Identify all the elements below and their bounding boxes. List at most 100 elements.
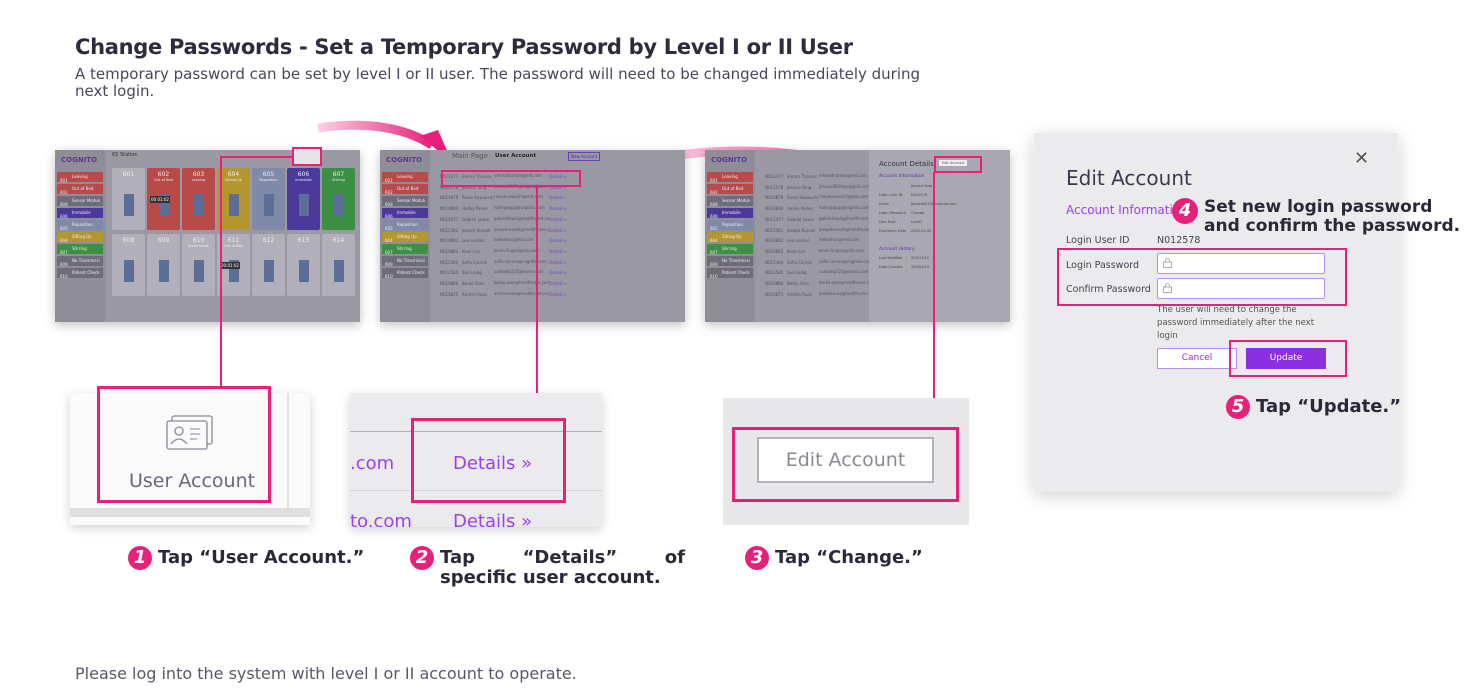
room-number: 607 bbox=[332, 171, 345, 178]
sidebar-item[interactable]: 602Out of Bed bbox=[707, 184, 753, 195]
sidebar-item[interactable]: 610 Patient Check-in bbox=[57, 268, 103, 279]
sidebar-item[interactable]: 601Leaving bbox=[707, 172, 753, 183]
room-status: Stirring bbox=[332, 178, 345, 182]
sidebar-item[interactable]: 601Leaving bbox=[57, 172, 103, 183]
sidebar-item[interactable]: 610 Patient Check-in bbox=[382, 268, 428, 279]
field-label: Login User ID bbox=[879, 193, 903, 197]
details-link[interactable]: Details » bbox=[453, 511, 532, 527]
table-row[interactable]: N012477 Gabriel Lewis gabriellewis@healthc… bbox=[440, 216, 567, 222]
close-icon[interactable]: ✕ bbox=[1354, 150, 1369, 168]
cancel-button[interactable]: Cancel bbox=[1157, 348, 1237, 369]
table-row[interactable]: N012477 Gabriel Lewis gabriellewis@healthc… bbox=[765, 216, 874, 222]
room-card[interactable]: 602 Out of Bed 00:01:02 bbox=[147, 168, 180, 230]
sidebar-item[interactable]: 605Reposition bbox=[57, 220, 103, 231]
sidebar-item-label: Sensor Module Disconnected bbox=[722, 198, 750, 203]
details-link[interactable]: Details » bbox=[549, 270, 567, 275]
sidebar-item[interactable]: 609No Transmission bbox=[382, 256, 428, 267]
sidebar-item-label: Stirring bbox=[72, 246, 87, 251]
sidebar-item[interactable]: 604Sitting Up bbox=[707, 232, 753, 243]
sidebar-item[interactable]: 604Sitting Up bbox=[57, 232, 103, 243]
sidebar-item[interactable]: 607Stirring bbox=[382, 244, 428, 255]
room-card[interactable]: 609 bbox=[147, 234, 180, 296]
room-card[interactable]: 603 Leaving bbox=[182, 168, 215, 230]
table-row[interactable]: N010882 Lee Lenhoc leelenhoc@md.com bbox=[765, 237, 874, 243]
new-account-button[interactable]: New Account bbox=[568, 152, 601, 161]
user-email: sofia.carson@cognito.com bbox=[494, 258, 547, 264]
room-number: 603 bbox=[192, 171, 205, 178]
sidebar-item[interactable]: 608Sensor Module Disconnected bbox=[382, 196, 428, 207]
detail-field: Emailjessica0019@cognito.com bbox=[879, 202, 999, 206]
user-name: Andrés Ruos bbox=[462, 291, 487, 297]
details-link[interactable]: Details » bbox=[549, 249, 567, 254]
user-name: Sofia Carson bbox=[787, 259, 813, 265]
room-card[interactable]: 608 bbox=[112, 234, 145, 296]
user-name: Kevin Lin bbox=[787, 248, 806, 254]
room-card[interactable]: 605 Reposition bbox=[252, 168, 285, 230]
table-row[interactable]: N012477 Emma Thomas emmathomas@md.com bbox=[765, 173, 874, 179]
sidebar-item[interactable]: 605Reposition bbox=[382, 220, 428, 231]
room-card[interactable]: 612 bbox=[252, 234, 285, 296]
room-card[interactable]: 610 Nurse Mode bbox=[182, 234, 215, 296]
table-row[interactable]: N010883 Kevin Lin kevin.lin@cognito.com bbox=[765, 248, 874, 254]
table-row[interactable]: N010880 Hailey Parker haileypppp@cognito.c… bbox=[765, 205, 874, 211]
field-value: 2022-03-30 bbox=[911, 229, 932, 233]
sidebar-item[interactable]: 610 Patient Check-in bbox=[707, 268, 753, 279]
user-id: N012477 bbox=[765, 216, 784, 222]
sidebar-item[interactable]: 602Out of Bed bbox=[57, 184, 103, 195]
table-row[interactable]: N010886 Berko Ozer berko.ozer@healthcare.c… bbox=[440, 280, 567, 286]
room-card[interactable]: 601 bbox=[112, 168, 145, 230]
sidebar-item[interactable]: 608Sensor Module Disconnected bbox=[707, 196, 753, 207]
table-row[interactable]: N010875 Andrés Ruos andresruos@healthcare.… bbox=[765, 291, 874, 297]
room-status: Out of Bed bbox=[154, 178, 173, 182]
breadcrumb-main[interactable]: Main Page bbox=[452, 152, 488, 160]
room-card[interactable]: 613 bbox=[287, 234, 320, 296]
table-row[interactable]: N012484 Sofia Carson sofia.carson@cognito.… bbox=[765, 259, 874, 265]
sidebar-item[interactable]: 606Immobile bbox=[707, 208, 753, 219]
details-link[interactable]: Details » bbox=[549, 206, 567, 211]
sidebar-item[interactable]: 607Stirring bbox=[707, 244, 753, 255]
table-row[interactable]: N010879 Rinko Kawauchirinkokawauchi@md.co… bbox=[440, 194, 567, 200]
user-name: Lee Lenhoc bbox=[462, 238, 485, 244]
table-row[interactable]: N010882 Lee Lenhoc leelenhoc@md.com Details… bbox=[440, 237, 567, 243]
details-link[interactable]: Details » bbox=[549, 260, 567, 265]
sidebar-item-label: Sensor Module Disconnected bbox=[397, 198, 425, 203]
sidebar-item[interactable]: 609No Transmission bbox=[57, 256, 103, 267]
table-row[interactable]: N012581 Joseph Russell josephrussell@healt… bbox=[440, 227, 567, 233]
table-row[interactable]: N012578 Jessica Yang jessica0019@cognito.c… bbox=[765, 184, 874, 190]
details-link[interactable]: Details » bbox=[549, 217, 567, 222]
room-card[interactable]: 614 bbox=[322, 234, 355, 296]
sidebar-item[interactable]: 601Leaving bbox=[382, 172, 428, 183]
details-link[interactable]: Details » bbox=[549, 292, 567, 297]
details-link[interactable]: Details » bbox=[549, 281, 567, 286]
table-row[interactable]: N010880 Hailey Parker haileypppp@cognito.c… bbox=[440, 205, 567, 211]
room-card[interactable]: 607 Stirring bbox=[322, 168, 355, 230]
details-link[interactable]: Details » bbox=[549, 195, 567, 200]
sidebar-item[interactable]: 604Sitting Up bbox=[382, 232, 428, 243]
user-email: haileypppp@cognito.com bbox=[819, 205, 870, 211]
field-value: Jessica Yang bbox=[911, 184, 933, 188]
table-row[interactable]: N010886 Berko Ozer berko.ozer@healthcare.c… bbox=[765, 280, 874, 286]
table-row[interactable]: N010883 Kevin Lin kevin.lin@cognito.com Det… bbox=[440, 248, 567, 254]
details-link[interactable]: Details » bbox=[549, 228, 567, 233]
sidebar-item[interactable]: 605Reposition bbox=[707, 220, 753, 231]
table-row[interactable]: N012484 Sofia Carson sofia.carson@cognito.… bbox=[440, 259, 567, 265]
account-details-panel: Account Details Edit Account Account Inf… bbox=[869, 150, 1010, 322]
user-name: Andrés Ruos bbox=[787, 291, 812, 297]
table-row[interactable]: N010875 Andrés Ruos andresruos@healthcare.… bbox=[440, 291, 567, 297]
sidebar-item[interactable]: 606Immobile bbox=[382, 208, 428, 219]
sidebar-item[interactable]: 606Immobile bbox=[57, 208, 103, 219]
sidebar-item[interactable]: 607Stirring bbox=[57, 244, 103, 255]
table-row[interactable]: N012585 Sue Ladig sueladig123@nurse.com Det… bbox=[440, 269, 567, 275]
table-row[interactable]: N010879 Rinko Kawauchirinkokawauchi@md.co… bbox=[765, 194, 874, 200]
room-status: Leaving bbox=[191, 178, 206, 182]
table-row[interactable]: N012585 Sue Ladig sueladig123@nurse.com bbox=[765, 269, 874, 275]
sidebar-item[interactable]: 602Out of Bed bbox=[382, 184, 428, 195]
sidebar-item[interactable]: 608Sensor Module Disconnected bbox=[57, 196, 103, 207]
user-id: N012585 bbox=[765, 270, 784, 276]
table-row[interactable]: N012581 Joseph Russell josephrussell@healt… bbox=[765, 227, 874, 233]
room-number: 613 bbox=[297, 237, 310, 244]
sidebar-item[interactable]: 609No Transmission bbox=[707, 256, 753, 267]
details-link[interactable]: Details » bbox=[549, 238, 567, 243]
room-number: 614 bbox=[332, 237, 345, 244]
room-card[interactable]: 606 Immobile bbox=[287, 168, 320, 230]
